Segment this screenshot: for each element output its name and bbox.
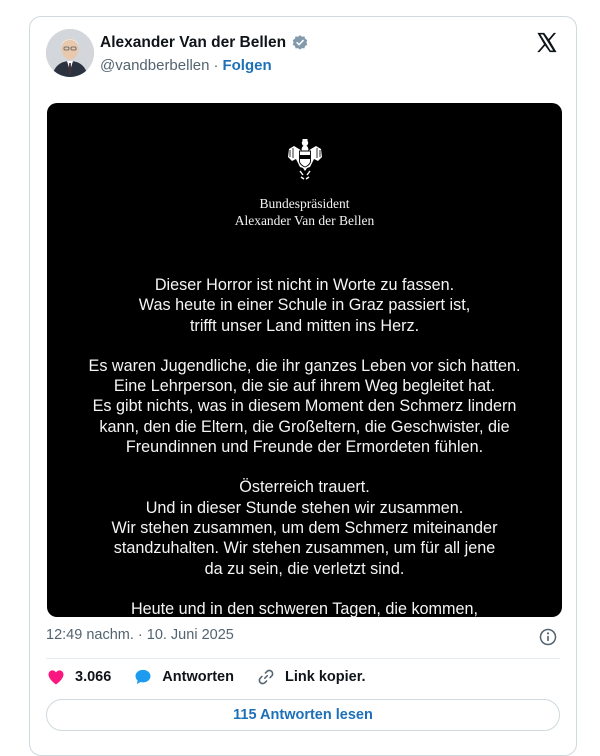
- statement-paragraph: Heute und in den schweren Tagen, die kom…: [47, 599, 562, 617]
- x-logo-icon[interactable]: [535, 31, 558, 54]
- read-replies-label: 115 Antworten lesen: [233, 707, 373, 723]
- action-bar: 3.066 Antworten Link kopier.: [46, 667, 388, 687]
- tweet-card: Alexander Van der Bellen @vandberbellen …: [29, 16, 577, 756]
- divider: [46, 658, 560, 659]
- office-line-1: Bundespräsident: [259, 196, 350, 211]
- reply-label: Antworten: [162, 669, 234, 685]
- follow-button[interactable]: Folgen: [222, 57, 271, 74]
- statement-line: trifft unser Land mitten ins Herz.: [189, 316, 420, 335]
- link-icon: [258, 669, 274, 685]
- reply-button[interactable]: Antworten: [133, 667, 234, 687]
- author-name[interactable]: Alexander Van der Bellen: [100, 34, 286, 52]
- heart-icon: [48, 670, 64, 685]
- avatar[interactable]: [46, 29, 94, 77]
- office-title: Bundespräsident Alexander Van der Bellen: [47, 195, 562, 229]
- statement-line: Es gibt nichts, was in diesem Moment den…: [92, 397, 517, 416]
- speech-bubble-icon: [135, 669, 151, 685]
- austrian-eagle-icon: [288, 139, 322, 180]
- copy-link-label: Link kopier.: [284, 669, 366, 685]
- statement-paragraph: Dieser Horror ist nicht in Worte zu fass…: [47, 275, 562, 336]
- statement-line: Wir stehen zusammen, um dem Schmerz mite…: [111, 518, 498, 537]
- tweet-timestamp[interactable]: 12:49 nachm. · 10. Juni 2025: [46, 627, 234, 643]
- read-replies-button[interactable]: 115 Antworten lesen: [46, 699, 560, 731]
- statement-line: Es waren Jugendliche, die ihr ganzes Leb…: [88, 356, 521, 375]
- statement-line: da zu sein, die verletzt sind.: [204, 559, 405, 578]
- statement-line: Dieser Horror ist nicht in Worte zu fass…: [154, 276, 455, 294]
- like-count: 3.066: [75, 669, 112, 685]
- verified-badge-icon: [292, 35, 308, 50]
- author-handle[interactable]: @vandberbellen: [100, 57, 209, 74]
- statement-text: Dieser Horror ist nicht in Worte zu fass…: [47, 275, 562, 617]
- statement-line: Und in dieser Stunde stehen wir zusammen…: [145, 498, 464, 517]
- info-icon[interactable]: [538, 627, 558, 647]
- statement-line: Österreich trauert.: [239, 478, 370, 497]
- handle-separator: ·: [213, 57, 219, 74]
- statement-line: standzuhalten. Wir stehen zusammen, um f…: [113, 539, 496, 558]
- statement-line: kann, den die Eltern, die Großeltern, di…: [99, 417, 510, 436]
- statement-line: Freundinnen und Freunde der Ermordeten f…: [125, 438, 484, 457]
- office-line-2: Alexander Van der Bellen: [234, 213, 375, 228]
- statement-image[interactable]: Bundespräsident Alexander Van der Bellen…: [47, 103, 562, 617]
- statement-paragraph: Es waren Jugendliche, die ihr ganzes Leb…: [47, 356, 562, 457]
- copy-link-button[interactable]: Link kopier.: [256, 667, 366, 687]
- statement-line: Was heute in einer Schule in Graz passie…: [138, 296, 471, 315]
- like-button[interactable]: 3.066: [46, 667, 111, 687]
- statement-line: Heute und in den schweren Tagen, die kom…: [130, 599, 479, 617]
- statement-line: Eine Lehrperson, die sie auf ihrem Weg b…: [113, 377, 496, 396]
- statement-paragraph: Österreich trauert. Und in dieser Stunde…: [47, 477, 562, 578]
- portrait-avatar-icon: [46, 29, 94, 77]
